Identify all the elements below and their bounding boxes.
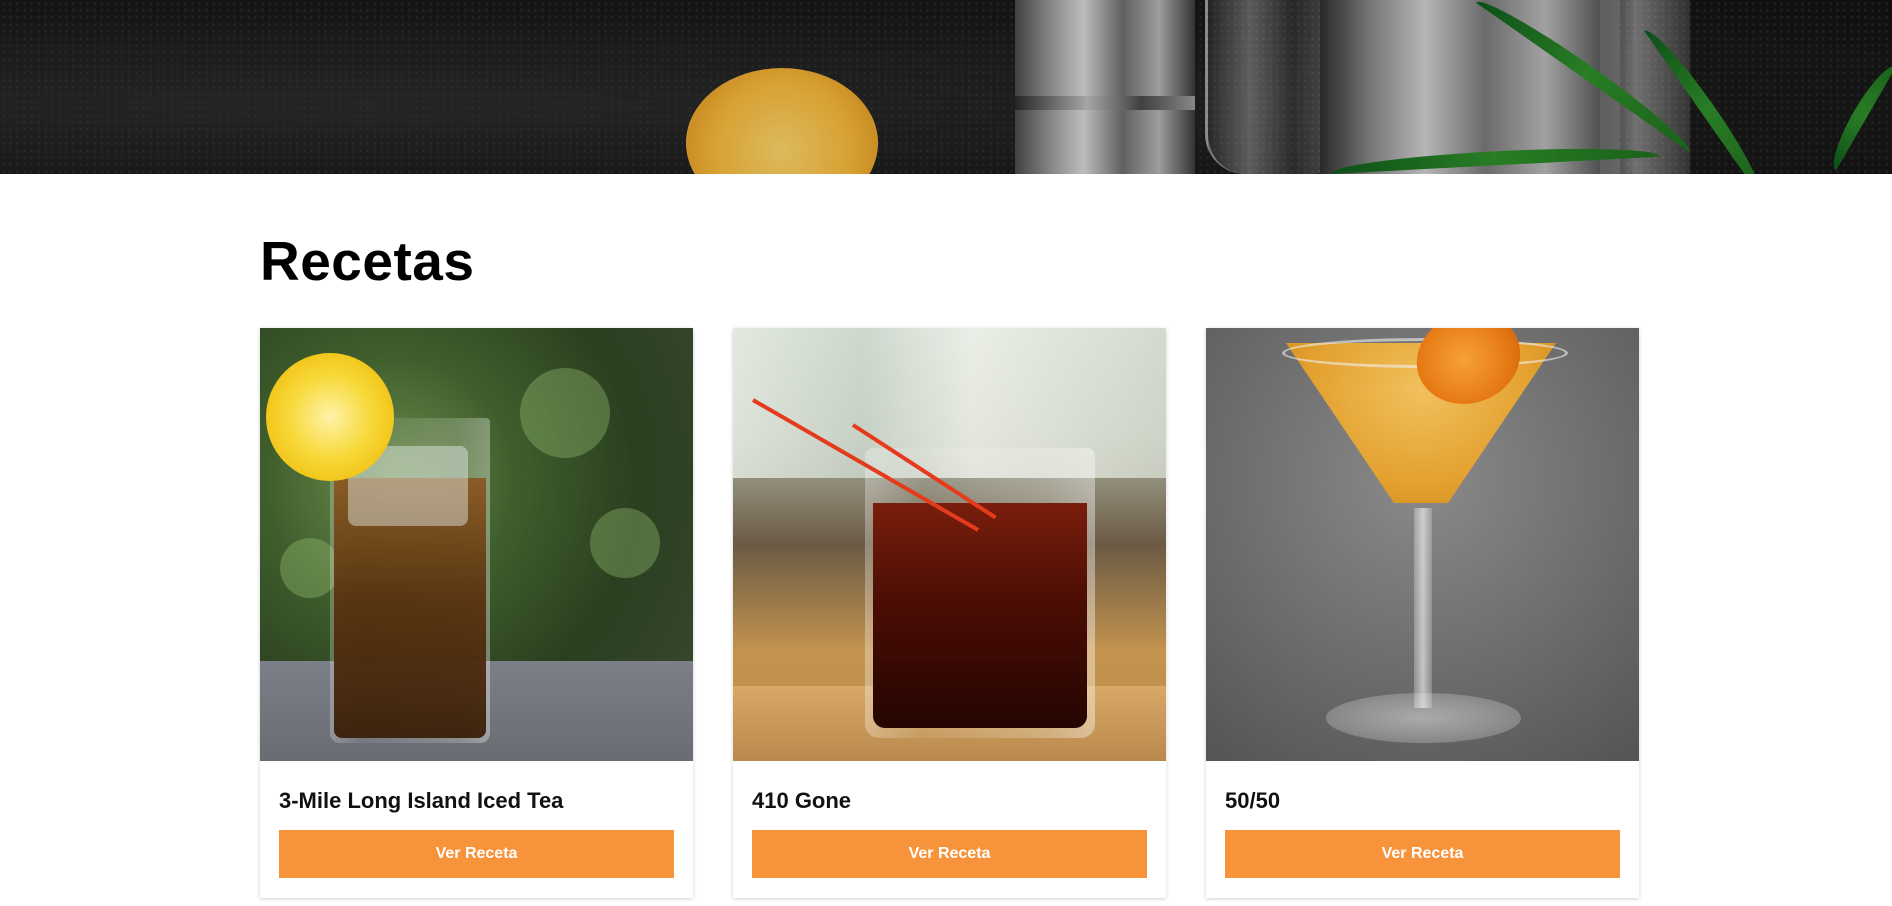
view-recipe-button[interactable]: Ver Receta bbox=[1225, 830, 1620, 878]
martini-photo bbox=[1206, 328, 1639, 761]
recipe-title: 3-Mile Long Island Iced Tea bbox=[279, 788, 564, 813]
view-recipe-button[interactable]: Ver Receta bbox=[752, 830, 1147, 878]
recipe-card: 3-Mile Long Island Iced Tea Ver Receta bbox=[260, 328, 693, 898]
recipe-card: 50/50 Ver Receta bbox=[1206, 328, 1639, 898]
cocktail-glass-photo bbox=[733, 328, 1166, 761]
recipes-section: Recetas 3-Mile Long Island Iced Tea Ver … bbox=[260, 174, 1640, 898]
iced-tea-photo bbox=[260, 328, 693, 761]
recipe-title: 410 Gone bbox=[752, 788, 852, 813]
view-recipe-button[interactable]: Ver Receta bbox=[279, 830, 674, 878]
recipe-card: 410 Gone Ver Receta bbox=[733, 328, 1166, 898]
hero-shade bbox=[0, 0, 1892, 174]
recipe-title: 50/50 bbox=[1225, 788, 1281, 813]
hero-banner bbox=[0, 0, 1892, 174]
section-heading: Recetas bbox=[260, 230, 475, 292]
